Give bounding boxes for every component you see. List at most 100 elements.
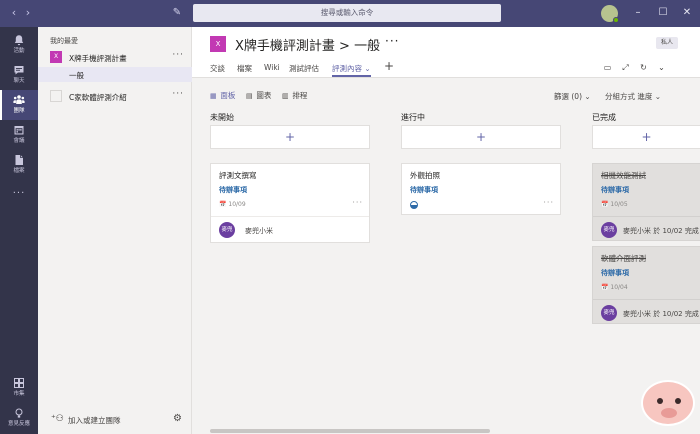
- task-bucket: 待辦事項: [219, 186, 247, 194]
- app-rail: 活動 聊天 團隊 會議 檔案 ... 市集 意見反應: [0, 27, 38, 434]
- due-date: 📅 10/09: [219, 201, 246, 208]
- file-icon: [15, 155, 23, 165]
- more-icon[interactable]: ···: [172, 50, 184, 60]
- view-charts-button[interactable]: ▤ 圖表: [246, 91, 271, 101]
- presence-icon: [613, 17, 619, 23]
- forward-icon[interactable]: ›: [22, 6, 34, 20]
- view-schedule-button[interactable]: ▥ 排程: [282, 91, 307, 101]
- team-name: C家軟體評測介紹: [69, 93, 127, 102]
- progress-half-icon: [410, 201, 418, 209]
- tab-review-content[interactable]: 評測內容 ⌄: [332, 63, 371, 77]
- teams-panel: 我的最愛 X X牌手機評測計畫 ··· 一般 C家軟體評測介紹 ··· ⁺⚇ 加…: [38, 27, 192, 434]
- store-icon: [14, 378, 24, 388]
- rail-item-more[interactable]: ...: [0, 184, 38, 204]
- compose-icon[interactable]: ✎: [170, 6, 184, 20]
- tab-conversations[interactable]: 交談: [210, 63, 225, 77]
- rail-item-meetings[interactable]: 會議: [0, 120, 38, 150]
- rail-item-label: 團隊: [13, 108, 25, 114]
- task-title: 外觀拍照: [410, 171, 440, 180]
- view-label: 面板: [220, 91, 236, 100]
- filter-dropdown[interactable]: 篩選 (0) ⌄: [554, 91, 591, 102]
- user-avatar[interactable]: [601, 5, 619, 23]
- task-bucket: 待辦事項: [410, 186, 438, 194]
- due-date: 📅 10/04: [601, 284, 628, 291]
- tab-evaluation[interactable]: 測試評估: [289, 63, 319, 77]
- add-team-icon[interactable]: ⁺⚇: [51, 414, 64, 424]
- title-bar: ‹ › ✎ 搜尋或輸入命令 – ☐ ✕: [0, 0, 700, 27]
- maximize-icon[interactable]: ☐: [656, 6, 670, 20]
- tab-files[interactable]: 檔案: [237, 63, 252, 77]
- task-card[interactable]: 評測文撰寫 待辦事項 📅 10/09 ··· 麥兜 麥兜小米: [210, 163, 370, 243]
- rail-item-label: 檔案: [13, 168, 25, 174]
- add-tab-icon[interactable]: +: [384, 59, 394, 73]
- private-badge: 私人: [656, 37, 679, 49]
- rail-item-feedback[interactable]: 意見反應: [0, 403, 38, 433]
- rail-item-label: 會議: [13, 138, 25, 144]
- view-label: 排程: [292, 91, 308, 100]
- more-icon[interactable]: ···: [543, 198, 554, 207]
- expand-icon[interactable]: ⤢: [620, 62, 631, 73]
- column-title: 進行中: [401, 113, 425, 122]
- column-title: 未開始: [210, 113, 234, 122]
- team-tile: X: [50, 51, 62, 63]
- rail-item-label: 聊天: [13, 78, 25, 84]
- more-icon[interactable]: ···: [385, 34, 399, 48]
- close-icon[interactable]: ✕: [680, 6, 694, 20]
- rail-item-teams[interactable]: 團隊: [0, 90, 38, 120]
- team-tile: X: [210, 36, 226, 52]
- tab-wiki[interactable]: Wiki: [264, 63, 280, 77]
- rail-item-label: 市集: [13, 391, 25, 397]
- teams-icon: [13, 95, 25, 104]
- team-tile: [50, 90, 62, 102]
- back-icon[interactable]: ‹: [8, 6, 20, 20]
- task-bucket: 待辦事項: [601, 269, 629, 277]
- chat-icon: [14, 66, 24, 75]
- rail-item-activity[interactable]: 活動: [0, 30, 38, 60]
- task-bucket: 待辦事項: [601, 186, 629, 194]
- view-board-button[interactable]: ▦ 面板: [210, 91, 235, 101]
- team-item[interactable]: X X牌手機評測計畫 ···: [38, 49, 192, 65]
- settings-icon[interactable]: ⚙: [173, 413, 182, 424]
- team-item[interactable]: C家軟體評測介紹 ···: [38, 88, 192, 104]
- calendar-icon: [14, 126, 24, 135]
- bell-icon: [14, 35, 24, 46]
- more-icon[interactable]: ···: [352, 198, 363, 207]
- conversation-icon[interactable]: ▭: [602, 62, 613, 73]
- channel-item-general[interactable]: 一般: [38, 67, 192, 82]
- task-card-completed[interactable]: 相機效能測試 待辦事項 📅 10/05 麥兜 麥兜小米 於 10/02 完成: [592, 163, 700, 241]
- avatar: 麥兜: [219, 222, 235, 238]
- task-card-completed[interactable]: 軟體介面評測 待辦事項 📅 10/04 麥兜 麥兜小米 於 10/02 完成: [592, 246, 700, 324]
- schedule-icon: ▥: [282, 92, 289, 100]
- horizontal-scrollbar[interactable]: [210, 429, 490, 433]
- channel-name: 一般: [69, 71, 84, 80]
- rail-item-label: 活動: [13, 48, 25, 54]
- view-label: 圖表: [256, 91, 272, 100]
- more-icon: ...: [12, 185, 26, 196]
- rail-item-store[interactable]: 市集: [0, 373, 38, 403]
- channel-header: X X牌手機評測計畫 > 一般 ··· 私人 交談 檔案 Wiki 測試評估 評…: [192, 27, 700, 78]
- add-team-button[interactable]: 加入或建立團隊: [68, 415, 121, 426]
- watermark-mascot: [641, 380, 695, 426]
- assignee-name: 麥兜小米: [245, 227, 273, 235]
- avatar: 麥兜: [601, 305, 617, 321]
- panel-footer: ⁺⚇ 加入或建立團隊 ⚙: [38, 409, 192, 434]
- add-task-button[interactable]: +: [401, 125, 561, 149]
- add-task-button[interactable]: +: [592, 125, 700, 149]
- chevron-down-icon[interactable]: ⌄: [656, 62, 667, 73]
- search-input[interactable]: 搜尋或輸入命令: [193, 4, 501, 22]
- minimize-icon[interactable]: –: [631, 6, 645, 20]
- more-icon[interactable]: ···: [172, 89, 184, 99]
- refresh-icon[interactable]: ↻: [638, 62, 649, 73]
- due-date: 📅 10/05: [601, 201, 628, 208]
- rail-item-label: 意見反應: [7, 421, 30, 427]
- add-task-button[interactable]: +: [210, 125, 370, 149]
- task-card[interactable]: 外觀拍照 待辦事項 ···: [401, 163, 561, 215]
- chart-icon: ▤: [246, 92, 253, 100]
- divider: [593, 216, 700, 217]
- assignee-name: 麥兜小米 於 10/02 完成: [623, 227, 699, 235]
- rail-item-files[interactable]: 檔案: [0, 150, 38, 180]
- task-title: 評測文撰寫: [219, 171, 257, 180]
- group-by-dropdown[interactable]: 分組方式 進度 ⌄: [605, 91, 661, 102]
- assignee-name: 麥兜小米 於 10/02 完成: [623, 310, 699, 318]
- rail-item-chat[interactable]: 聊天: [0, 60, 38, 90]
